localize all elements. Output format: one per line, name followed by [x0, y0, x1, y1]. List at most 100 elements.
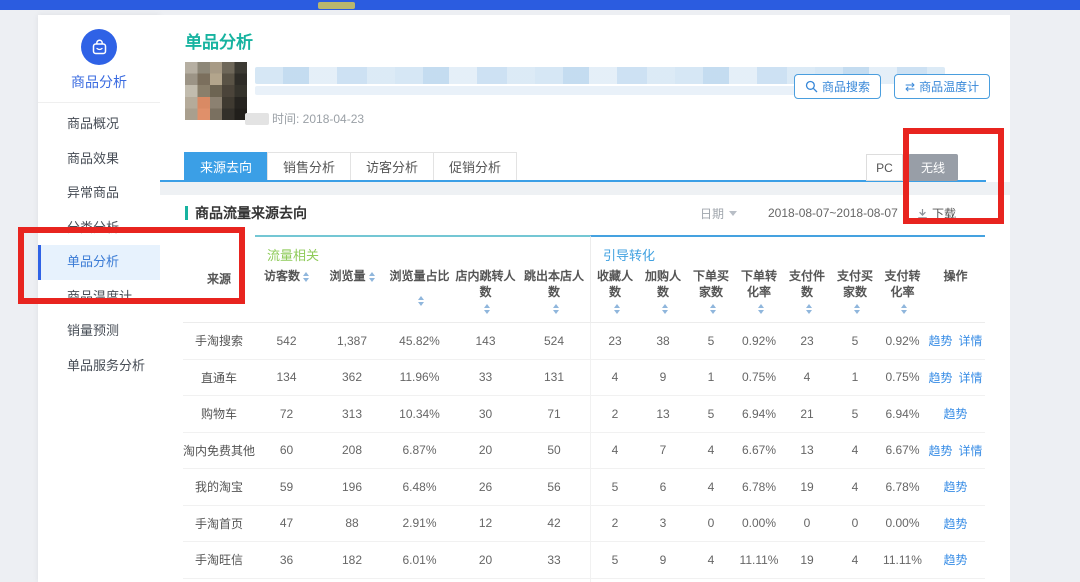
sort-icon[interactable]	[553, 300, 559, 314]
conversion-cell: 4	[831, 469, 879, 505]
action-cell: 趋势	[926, 469, 985, 505]
chevron-down-icon	[729, 211, 737, 216]
action-cell: 趋势详情	[926, 579, 985, 582]
conversion-cell: 6.67%	[879, 433, 926, 469]
column-header-conversion-0[interactable]: 收藏人数	[591, 268, 639, 314]
sidebar-header: 商品分析	[38, 15, 160, 103]
sidebar-item-1[interactable]: 商品效果	[38, 142, 160, 177]
conversion-cell: 2	[591, 506, 639, 542]
sort-icon[interactable]	[418, 292, 424, 306]
sort-icon[interactable]	[484, 300, 490, 314]
sidebar-item-7[interactable]: 单品服务分析	[38, 349, 160, 384]
trend-link[interactable]: 趋势	[943, 515, 967, 532]
action-cell: 趋势详情	[926, 360, 985, 396]
traffic-cell: 2.91%	[386, 506, 453, 542]
tab-2[interactable]: 访客分析	[350, 152, 434, 182]
column-header-traffic-0[interactable]: 访客数	[255, 268, 318, 314]
traffic-cell: 33	[453, 360, 518, 396]
conversion-group: 引导转化收藏人数加购人数下单买家数下单转化率支付件数支付买家数支付转化率操作	[590, 235, 985, 322]
trend-link[interactable]: 趋势	[943, 478, 967, 495]
column-header-conversion-3[interactable]: 下单转化率	[735, 268, 783, 314]
sort-icon[interactable]	[303, 268, 309, 282]
product-thermometer-label: 商品温度计	[919, 78, 979, 95]
product-thermometer-button[interactable]: ⇄ 商品温度计	[894, 74, 990, 99]
divider-strip	[160, 182, 1010, 195]
conversion-cell: 2	[591, 579, 639, 582]
detail-link[interactable]: 详情	[959, 442, 983, 459]
sort-icon[interactable]	[662, 300, 668, 314]
conversion-cells: 233850.92%2350.92%趋势详情	[590, 323, 985, 359]
column-header-conversion-5[interactable]: 支付买家数	[831, 268, 879, 314]
sort-icon[interactable]	[901, 300, 907, 314]
conversion-cell: 0.00%	[735, 506, 783, 542]
traffic-cell: 45.82%	[386, 323, 453, 359]
column-header-conversion-4[interactable]: 支付件数	[783, 268, 831, 314]
conversion-cell: 0	[639, 579, 687, 582]
sort-icon[interactable]	[806, 300, 812, 314]
conversion-cell: 5	[591, 469, 639, 505]
section-title: 商品流量来源去向	[185, 195, 307, 231]
conversion-cell: 21	[783, 396, 831, 432]
column-header-conversion-2[interactable]: 下单买家数	[687, 268, 735, 314]
top-tab-handle	[318, 2, 355, 9]
traffic-cell: 47	[255, 506, 318, 542]
traffic-cell: 23	[518, 579, 590, 582]
trend-link[interactable]: 趋势	[928, 332, 952, 349]
traffic-cell: 12	[453, 506, 518, 542]
sort-icon[interactable]	[369, 268, 375, 282]
column-header-conversion-1[interactable]: 加购人数	[639, 268, 687, 314]
traffic-cell: 60	[255, 433, 318, 469]
sort-icon[interactable]	[614, 300, 620, 314]
blurred-product-subtitle	[255, 86, 820, 95]
column-header-traffic-4[interactable]: 跳出本店人数	[518, 268, 590, 314]
tab-0[interactable]: 来源去向	[184, 152, 268, 182]
annotation-box-wireless-download	[903, 128, 1004, 224]
column-header-label: 下单买家数	[688, 268, 734, 300]
traffic-cell: 88	[318, 506, 386, 542]
pc-toggle-button[interactable]: PC	[866, 154, 903, 181]
pixelated-product-thumbnail	[185, 62, 247, 120]
traffic-cell: 524	[518, 323, 590, 359]
column-header-traffic-2[interactable]: 浏览量占比	[386, 268, 453, 314]
trend-link[interactable]: 趋势	[928, 369, 952, 386]
section-title-text: 商品流量来源去向	[195, 203, 307, 223]
column-header-traffic-3[interactable]: 店内跳转人数	[453, 268, 518, 314]
sort-icon[interactable]	[758, 300, 764, 314]
search-icon	[805, 80, 818, 93]
source-cell: 手淘首页	[183, 506, 255, 542]
conversion-cells: 59411.11%19411.11%趋势	[590, 542, 985, 578]
traffic-cell: 313	[318, 396, 386, 432]
traffic-cell: 50	[518, 433, 590, 469]
sort-icon[interactable]	[854, 300, 860, 314]
date-filter-dropdown[interactable]: 日期	[700, 195, 737, 231]
traffic-cell: 11.96%	[386, 360, 453, 396]
trend-link[interactable]: 趋势	[928, 442, 952, 459]
column-header-traffic-1[interactable]: 浏览量	[318, 268, 386, 314]
detail-link[interactable]: 详情	[959, 332, 983, 349]
source-cell: 手淘搜索	[183, 323, 255, 359]
conversion-cell: 0.75%	[735, 360, 783, 396]
column-header-label: 浏览量	[329, 268, 365, 284]
column-header-label: 加购人数	[640, 268, 686, 300]
sidebar-item-0[interactable]: 商品概况	[38, 107, 160, 142]
tab-1[interactable]: 销售分析	[267, 152, 351, 182]
sort-icon[interactable]	[710, 300, 716, 314]
detail-link[interactable]: 详情	[959, 369, 983, 386]
conversion-cell: 11.11%	[879, 542, 926, 578]
table-row: 我的淘宝591966.48%26565646.78%1946.78%趋势	[183, 469, 985, 506]
conversion-cell: 19	[783, 469, 831, 505]
column-header-conversion-6[interactable]: 支付转化率	[879, 268, 926, 314]
release-time: 时间: 2018-04-23	[245, 110, 364, 127]
action-cell: 趋势	[926, 396, 985, 432]
conversion-cell: 4	[687, 542, 735, 578]
tab-3[interactable]: 促销分析	[433, 152, 517, 182]
sidebar-item-6[interactable]: 销量预测	[38, 314, 160, 349]
conversion-cell: 4	[591, 433, 639, 469]
conversion-cell: 4	[687, 433, 735, 469]
sidebar-item-2[interactable]: 异常商品	[38, 176, 160, 211]
trend-link[interactable]: 趋势	[943, 405, 967, 422]
trend-link[interactable]: 趋势	[943, 551, 967, 568]
product-search-button[interactable]: 商品搜索	[794, 74, 881, 99]
conversion-cells: 21356.94%2156.94%趋势	[590, 396, 985, 432]
table-row: 手淘首页47882.91%12422300.00%000.00%趋势	[183, 506, 985, 543]
